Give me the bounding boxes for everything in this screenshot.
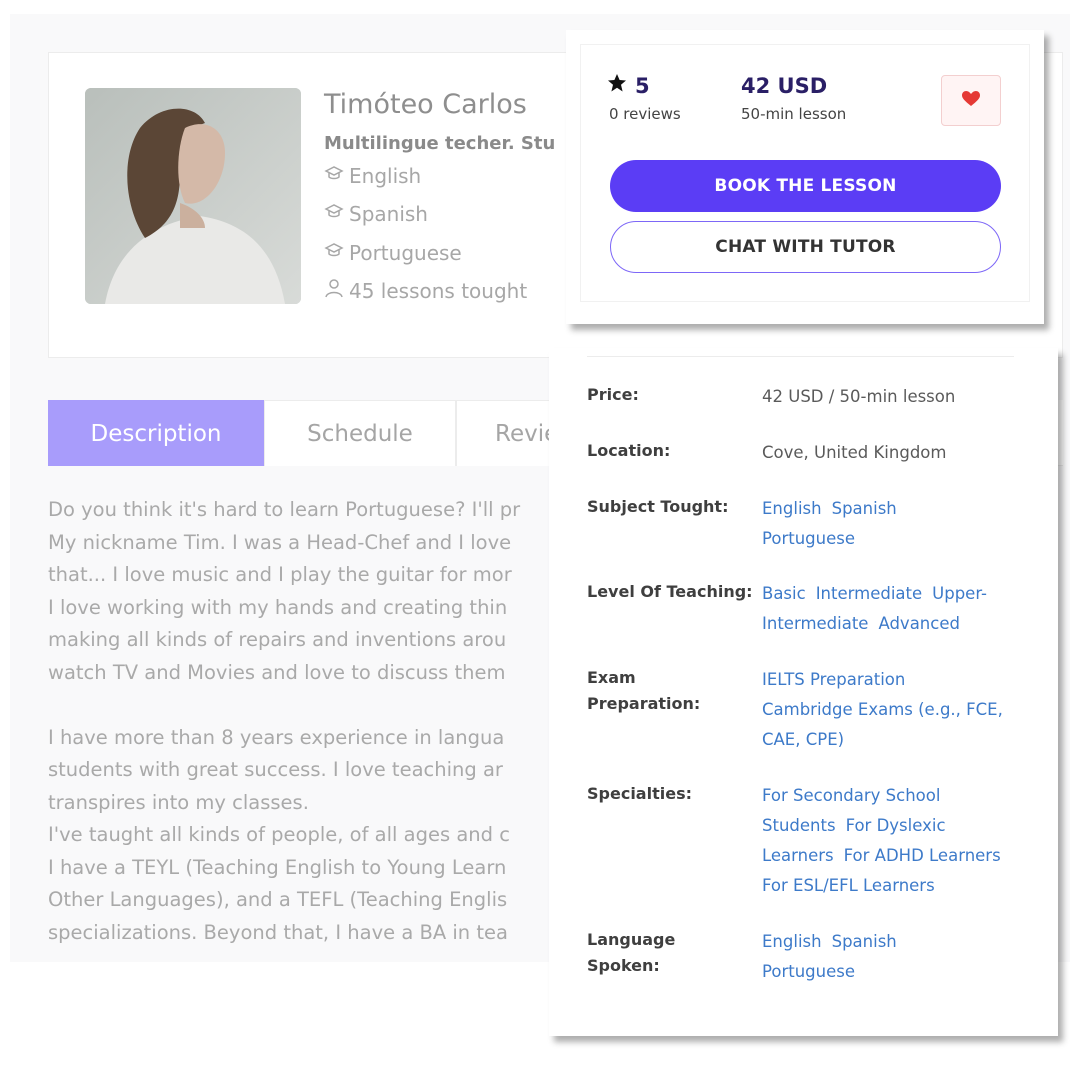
exams-list: IELTS Preparation Cambridge Exams (e.g.,… — [762, 665, 1020, 755]
subject-tag[interactable]: English — [762, 499, 822, 518]
spoken-label-line: Spoken: — [587, 956, 660, 975]
booking-card: 5 0 reviews 42 USD 50-min lesson BOOK TH… — [566, 30, 1044, 324]
description-line: watch TV and Movies and love to discuss … — [48, 660, 506, 684]
star-icon — [607, 73, 627, 98]
exam-tag[interactable]: IELTS Preparation — [762, 670, 905, 689]
exam-tag[interactable]: Cambridge Exams (e.g., FCE, — [762, 700, 1003, 719]
subject-tag[interactable]: Spanish — [832, 499, 897, 518]
language-item-spanish: Spanish — [324, 201, 428, 226]
tutor-name: Timóteo Carlos — [324, 89, 527, 120]
specialties-label: Specialties: — [587, 784, 692, 803]
exam-preparation-label: Exam Preparation: — [587, 665, 757, 717]
graduation-cap-icon — [324, 240, 344, 265]
spoken-languages-list: English Spanish Portuguese — [762, 927, 1020, 987]
spoken-language-tag[interactable]: English — [762, 932, 822, 951]
user-icon — [324, 278, 344, 303]
tutor-headline: Multilingue techer. Stu — [324, 133, 556, 154]
description-line: that... I love music and I play the guit… — [48, 563, 512, 586]
specialty-tag[interactable]: For ESL/EFL Learners — [762, 876, 935, 895]
specialty-tag[interactable]: For Secondary School — [762, 786, 940, 805]
subjects-label: Subject Tought: — [587, 497, 729, 516]
tutor-avatar[interactable] — [85, 88, 301, 304]
lesson-duration: 50-min lesson — [741, 105, 847, 123]
level-tag[interactable]: Upper- — [932, 584, 987, 603]
lesson-price: 42 USD — [741, 74, 828, 98]
lessons-taught: 45 lessons tought — [324, 278, 527, 303]
language-label: Portuguese — [349, 240, 462, 265]
description-line: students with great success. I love teac… — [48, 758, 503, 781]
description-line: I love working with my hands and creatin… — [48, 595, 508, 619]
tutor-details-inner: Price: 42 USD / 50-min lesson Location: … — [552, 348, 1042, 1020]
description-line: Do you think it's hard to learn Portugue… — [48, 498, 521, 521]
language-item-portuguese: Portuguese — [324, 240, 462, 265]
description-line: transpires into my classes. — [48, 790, 309, 814]
book-lesson-button[interactable]: BOOK THE LESSON — [610, 160, 1001, 212]
price-label: Price: — [587, 385, 639, 404]
tutor-description: Do you think it's hard to learn Portugue… — [48, 494, 548, 949]
exam-label-line: Exam — [587, 668, 636, 687]
level-tag[interactable]: Advanced — [878, 614, 960, 633]
exam-tag[interactable]: CAE, CPE) — [762, 730, 844, 749]
tab-description[interactable]: Description — [48, 400, 264, 466]
heart-icon — [961, 89, 981, 113]
spoken-label-line: Language — [587, 930, 676, 949]
graduation-cap-icon — [324, 163, 344, 188]
exam-label-line: Preparation: — [587, 694, 701, 713]
subjects-list: English Spanish Portuguese — [762, 494, 1020, 554]
description-line: Other Languages), and a TEFL (Teaching E… — [48, 888, 508, 911]
description-line: specializations. Beyond that, I have a B… — [48, 920, 508, 944]
location-label: Location: — [587, 441, 671, 460]
subject-tag[interactable]: Portuguese — [762, 529, 855, 548]
graduation-cap-icon — [324, 201, 344, 226]
lessons-taught-label: 45 lessons tought — [349, 278, 528, 303]
specialties-list: For Secondary School Students For Dyslexi… — [762, 781, 1020, 901]
levels-list: Basic Intermediate Upper- Intermediate Adva… — [762, 579, 1020, 639]
specialty-tag[interactable]: Learners — [762, 846, 834, 865]
spoken-language-tag[interactable]: Spanish — [832, 932, 897, 951]
language-label: English — [349, 163, 422, 188]
location-value: Cove, United Kingdom — [762, 443, 947, 462]
favorite-button[interactable] — [941, 75, 1001, 126]
specialty-tag[interactable]: For Dyslexic — [846, 816, 946, 835]
rating: 5 — [607, 73, 650, 98]
levels-label: Level Of Teaching: — [587, 582, 753, 601]
specialty-tag[interactable]: For ADHD Learners — [844, 846, 1001, 865]
booking-card-inner: 5 0 reviews 42 USD 50-min lesson BOOK TH… — [580, 44, 1030, 302]
price-value: 42 USD / 50-min lesson — [762, 387, 956, 406]
rating-value: 5 — [635, 73, 650, 98]
level-tag[interactable]: Intermediate — [816, 584, 922, 603]
description-line: making all kinds of repairs and inventio… — [48, 628, 507, 651]
description-line: My nickname Tim. I was a Head-Chef and I… — [48, 530, 512, 554]
chat-with-tutor-button[interactable]: CHAT WITH TUTOR — [610, 221, 1001, 273]
tutor-details-card: Price: 42 USD / 50-min lesson Location: … — [549, 348, 1058, 1036]
divider — [587, 356, 1014, 357]
description-line: I have more than 8 years experience in l… — [48, 725, 505, 749]
language-label: Spanish — [349, 201, 428, 226]
specialty-tag[interactable]: Students — [762, 816, 836, 835]
language-spoken-label: Language Spoken: — [587, 927, 757, 979]
tab-schedule[interactable]: Schedule — [264, 400, 456, 466]
language-item-english: English — [324, 163, 421, 188]
spoken-language-tag[interactable]: Portuguese — [762, 962, 855, 981]
level-tag[interactable]: Basic — [762, 584, 806, 603]
description-line: I've taught all kinds of people, of all … — [48, 823, 510, 846]
description-line: I have a TEYL (Teaching English to Young… — [48, 855, 507, 879]
reviews-count: 0 reviews — [609, 105, 681, 123]
level-tag[interactable]: Intermediate — [762, 614, 868, 633]
